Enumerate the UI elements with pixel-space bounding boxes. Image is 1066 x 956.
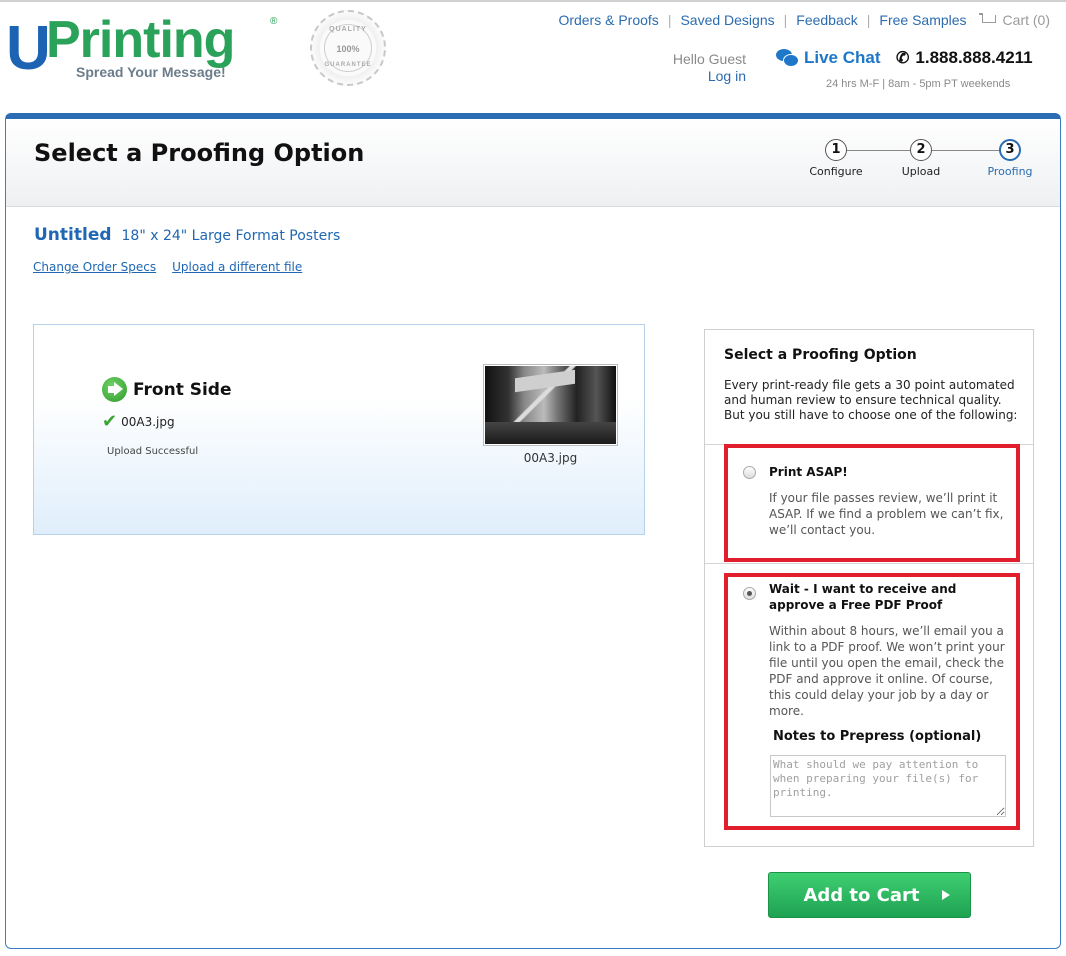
logo-tagline: Spread Your Message! bbox=[76, 64, 226, 80]
radio-print-asap[interactable] bbox=[743, 466, 756, 479]
quality-guarantee-seal-icon: QUALITY 100% GUARANTEE bbox=[310, 10, 386, 86]
phone-number: ✆ 1.888.888.4211 bbox=[896, 48, 1033, 68]
cart-icon bbox=[978, 13, 997, 27]
step-number: 1 bbox=[825, 139, 847, 161]
cart-label: Cart (0) bbox=[1002, 12, 1050, 28]
arrow-right-circle-icon bbox=[102, 377, 127, 402]
card-header: Select a Proofing Option 1 Configure 2 U… bbox=[6, 119, 1060, 207]
notes-to-prepress-input[interactable] bbox=[770, 755, 1006, 817]
chat-bubble-icon bbox=[776, 49, 799, 67]
cart-link[interactable]: Cart (0) bbox=[978, 12, 1050, 28]
nav-saved-designs[interactable]: Saved Designs bbox=[680, 12, 774, 28]
change-order-specs-link[interactable]: Change Order Specs bbox=[33, 260, 156, 274]
thumbnail-caption: 00A3.jpg bbox=[523, 451, 578, 465]
option-description: If your file passes review, we’ll print … bbox=[769, 491, 1004, 537]
notes-label: Notes to Prepress (optional) bbox=[773, 729, 982, 744]
proofing-title: Select a Proofing Option bbox=[724, 347, 917, 363]
thumbnail-image bbox=[485, 366, 616, 444]
upload-status: Upload Successful bbox=[107, 446, 199, 457]
login-link[interactable]: Log in bbox=[660, 68, 746, 85]
registered-mark: ® bbox=[270, 16, 278, 27]
account-area: Hello Guest Log in bbox=[660, 51, 746, 85]
option-description: Within about 8 hours, we’ll email you a … bbox=[769, 624, 1005, 718]
progress-steps: 1 Configure 2 Upload 3 Proofing bbox=[806, 139, 1036, 189]
phone-icon: ✆ bbox=[896, 50, 910, 67]
upload-panel: Front Side ✔ 00A3.jpg Upload Successful … bbox=[33, 324, 645, 535]
top-nav: Orders & Proofs | Saved Designs | Feedba… bbox=[558, 12, 1050, 28]
nav-free-samples[interactable]: Free Samples bbox=[879, 12, 966, 28]
option-label: Print ASAP! bbox=[769, 465, 848, 479]
order-actions: Change Order Specs Upload a different fi… bbox=[33, 260, 302, 274]
seal-text-top: QUALITY bbox=[329, 26, 367, 33]
step-label: Upload bbox=[901, 165, 941, 178]
upload-different-file-link[interactable]: Upload a different file bbox=[172, 260, 302, 274]
proofing-card: Select a Proofing Option 1 Configure 2 U… bbox=[5, 113, 1061, 949]
live-chat-button[interactable]: Live Chat bbox=[776, 48, 881, 68]
side-label: Front Side bbox=[133, 379, 232, 400]
logo-letter: U bbox=[6, 14, 51, 83]
top-border bbox=[0, 0, 1066, 2]
phone-label: 1.888.888.4211 bbox=[915, 48, 1033, 67]
step-number: 2 bbox=[910, 139, 932, 161]
page-title: Select a Proofing Option bbox=[34, 139, 365, 167]
option-label: Wait - I want to receive and approve a F… bbox=[769, 582, 957, 612]
step-number: 3 bbox=[999, 139, 1021, 161]
play-arrow-icon bbox=[941, 890, 950, 900]
uprinting-logo[interactable]: U Printing ® Spread Your Message! bbox=[6, 14, 286, 84]
step-label: Proofing bbox=[987, 165, 1033, 178]
live-chat-label: Live Chat bbox=[804, 48, 881, 67]
add-to-cart-button[interactable]: Add to Cart bbox=[768, 872, 971, 918]
proofing-options-panel: Select a Proofing Option Every print-rea… bbox=[704, 329, 1034, 847]
step-configure[interactable]: 1 Configure bbox=[806, 139, 866, 178]
nav-orders-proofs[interactable]: Orders & Proofs bbox=[558, 12, 658, 28]
option-pdf-proof[interactable]: Wait - I want to receive and approve a F… bbox=[724, 573, 1020, 830]
seal-text-bottom: GUARANTEE bbox=[324, 62, 372, 68]
nav-feedback[interactable]: Feedback bbox=[796, 12, 857, 28]
seal-text-mid: 100% bbox=[336, 44, 360, 54]
step-upload[interactable]: 2 Upload bbox=[891, 139, 951, 178]
uploaded-file: ✔ 00A3.jpg bbox=[102, 411, 175, 432]
file-thumbnail[interactable] bbox=[483, 364, 618, 446]
checkmark-icon: ✔ bbox=[102, 411, 118, 432]
add-to-cart-label: Add to Cart bbox=[803, 884, 920, 906]
product-name: Untitled bbox=[34, 225, 112, 245]
support-hours: 24 hrs M-F | 8am - 5pm PT weekends bbox=[826, 78, 1011, 90]
proofing-intro: Every print-ready file gets a 30 point a… bbox=[724, 378, 1018, 422]
product-summary: Untitled 18" x 24" Large Format Posters bbox=[34, 225, 340, 245]
product-size: 18" x 24" Large Format Posters bbox=[121, 228, 341, 244]
radio-pdf-proof[interactable] bbox=[743, 587, 756, 600]
option-print-asap[interactable]: Print ASAP! If your file passes review, … bbox=[724, 444, 1020, 562]
nav-separator: | bbox=[783, 12, 788, 28]
step-label: Configure bbox=[809, 165, 863, 178]
logo-wordmark: Printing bbox=[46, 11, 235, 69]
greeting: Hello Guest bbox=[672, 51, 746, 67]
divider bbox=[705, 563, 1033, 564]
front-side-heading: Front Side bbox=[102, 377, 232, 402]
step-proofing: 3 Proofing bbox=[980, 139, 1040, 178]
nav-separator: | bbox=[667, 12, 672, 28]
nav-separator: | bbox=[866, 12, 871, 28]
file-name: 00A3.jpg bbox=[121, 415, 175, 429]
